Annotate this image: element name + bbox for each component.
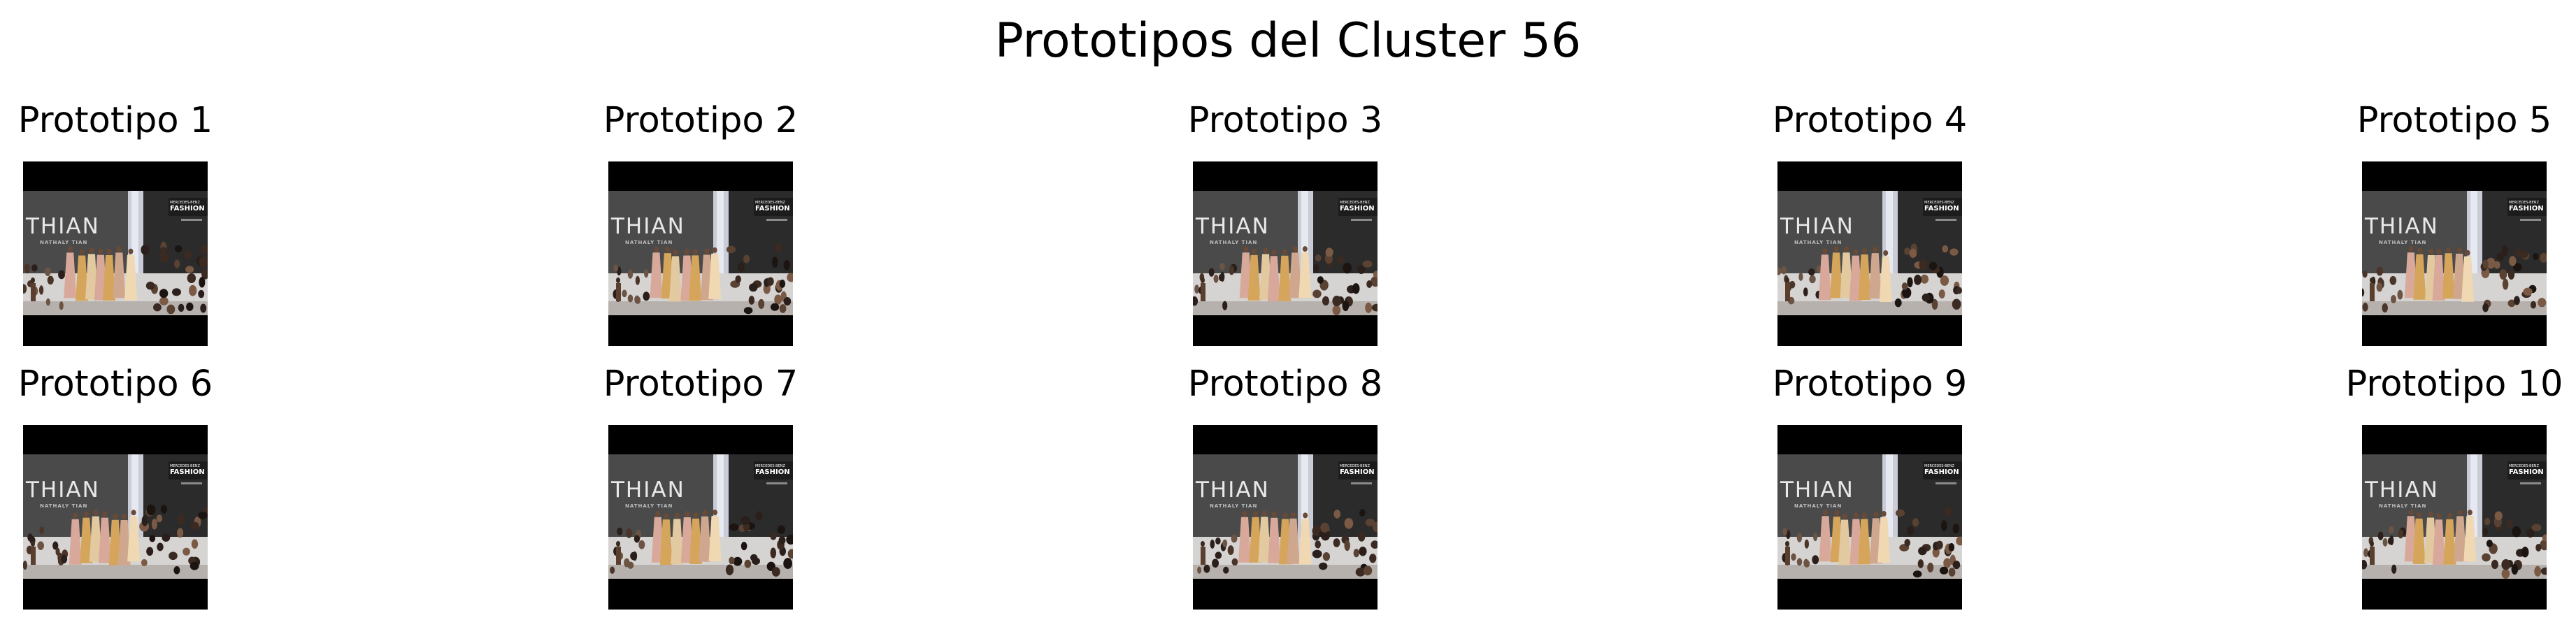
svg-text:NATHALY TIAN: NATHALY TIAN — [1794, 503, 1842, 509]
svg-text:THIAN: THIAN — [25, 477, 100, 503]
svg-text:THIAN: THIAN — [610, 214, 685, 239]
prototype-title: Prototipo 4 — [1772, 100, 1968, 141]
runway-photo: THIANNATHALY TIANMERCEDES-BENZFASHION — [2362, 425, 2547, 610]
svg-text:THIAN: THIAN — [1780, 477, 1854, 503]
prototype-image: THIAN NATHALY TIAN MERCEDES-BENZ FASHION — [608, 161, 793, 346]
prototype-cell: Prototipo 9 THIAN NATHALY TIAN MERCEDES-BE… — [1773, 363, 1967, 610]
prototype-cell: Prototipo 1 THIAN NATHALY TIAN MERCEDES-BE… — [18, 100, 213, 346]
prototype-image: THIAN NATHALY TIAN MERCEDES-BENZ FASHION — [1193, 161, 1378, 346]
svg-text:FASHION: FASHION — [2509, 468, 2544, 476]
runway-photo: THIANNATHALY TIANMERCEDES-BENZFASHION — [23, 161, 208, 346]
svg-text:THIAN: THIAN — [25, 214, 100, 239]
svg-text:THIAN: THIAN — [1195, 477, 1270, 503]
runway-photo: THIANNATHALY TIANMERCEDES-BENZFASHION — [608, 161, 793, 346]
prototype-cell: Prototipo 2 THIAN NATHALY TIAN MERCEDES-BE… — [603, 100, 798, 346]
prototype-title: Prototipo 10 — [2345, 363, 2563, 405]
svg-text:NATHALY TIAN: NATHALY TIAN — [2379, 240, 2426, 245]
prototype-title: Prototipo 8 — [1187, 363, 1383, 405]
prototype-image: THIAN NATHALY TIAN MERCEDES-BENZ FASHION — [1193, 425, 1378, 610]
svg-text:FASHION: FASHION — [1924, 468, 1959, 476]
svg-text:FASHION: FASHION — [755, 205, 790, 212]
svg-text:THIAN: THIAN — [2364, 477, 2439, 503]
svg-text:FASHION: FASHION — [170, 468, 205, 476]
runway-photo: THIANNATHALY TIANMERCEDES-BENZFASHION — [2362, 161, 2547, 346]
svg-text:THIAN: THIAN — [1780, 214, 1854, 239]
svg-text:FASHION: FASHION — [1924, 205, 1959, 212]
svg-text:FASHION: FASHION — [755, 468, 790, 476]
runway-photo: THIANNATHALY TIANMERCEDES-BENZFASHION — [1193, 425, 1378, 610]
prototype-title: Prototipo 6 — [17, 363, 213, 405]
svg-text:NATHALY TIAN: NATHALY TIAN — [1210, 240, 1257, 245]
svg-text:FASHION: FASHION — [1340, 205, 1375, 212]
prototype-cell: Prototipo 6 THIAN NATHALY TIAN MERCEDES-BE… — [18, 363, 213, 610]
prototype-title: Prototipo 9 — [1772, 363, 1968, 405]
svg-text:NATHALY TIAN: NATHALY TIAN — [1210, 503, 1257, 509]
runway-photo: THIANNATHALY TIANMERCEDES-BENZFASHION — [1193, 161, 1378, 346]
prototype-image: THIAN NATHALY TIAN MERCEDES-BENZ FASHION — [2362, 425, 2547, 610]
svg-text:FASHION: FASHION — [2509, 205, 2544, 212]
prototype-cell: Prototipo 8 THIAN NATHALY TIAN MERCEDES-BE… — [1188, 363, 1382, 610]
svg-text:NATHALY TIAN: NATHALY TIAN — [625, 240, 673, 245]
prototype-title: Prototipo 5 — [2356, 100, 2552, 141]
svg-text:FASHION: FASHION — [170, 205, 205, 212]
svg-text:NATHALY TIAN: NATHALY TIAN — [1794, 240, 1842, 245]
prototype-image: THIAN NATHALY TIAN MERCEDES-BENZ FASHION — [1777, 425, 1962, 610]
prototype-cell: Prototipo 7 THIAN NATHALY TIAN MERCEDES-BE… — [603, 363, 798, 610]
svg-text:NATHALY TIAN: NATHALY TIAN — [40, 240, 87, 245]
svg-text:FASHION: FASHION — [1340, 468, 1375, 476]
runway-photo: THIANNATHALY TIANMERCEDES-BENZFASHION — [1777, 425, 1962, 610]
svg-text:NATHALY TIAN: NATHALY TIAN — [2379, 503, 2426, 509]
runway-photo: THIANNATHALY TIANMERCEDES-BENZFASHION — [608, 425, 793, 610]
prototype-image: THIAN NATHALY TIAN MERCEDES-BENZ FASHION — [2362, 161, 2547, 346]
prototype-image: THIAN NATHALY TIAN MERCEDES-BENZ FASHION — [23, 425, 208, 610]
svg-text:THIAN: THIAN — [1195, 214, 1270, 239]
prototype-image: THIAN NATHALY TIAN MERCEDES-BENZ FASHION — [1777, 161, 1962, 346]
figure-title: Prototipos del Cluster 56 — [994, 13, 1582, 69]
runway-photo: THIANNATHALY TIANMERCEDES-BENZFASHION — [23, 425, 208, 610]
prototype-cell: Prototipo 4 THIAN NATHALY TIAN MERCEDES-BE… — [1773, 100, 1967, 346]
prototype-image: THIAN NATHALY TIAN MERCEDES-BENZ FASHION — [23, 161, 208, 346]
svg-text:NATHALY TIAN: NATHALY TIAN — [625, 503, 673, 509]
svg-text:THIAN: THIAN — [610, 477, 685, 503]
prototype-cell: Prototipo 10 THIAN NATHALY TIAN MERCEDES-B… — [2346, 363, 2563, 610]
prototype-title: Prototipo 3 — [1187, 100, 1383, 141]
svg-text:NATHALY TIAN: NATHALY TIAN — [40, 503, 87, 509]
prototype-cell: Prototipo 5 THIAN NATHALY TIAN MERCEDES-BE… — [2357, 100, 2552, 346]
prototype-title: Prototipo 1 — [17, 100, 213, 141]
prototype-title: Prototipo 2 — [603, 100, 799, 141]
svg-text:THIAN: THIAN — [2364, 214, 2439, 239]
runway-photo: THIANNATHALY TIANMERCEDES-BENZFASHION — [1777, 161, 1962, 346]
prototype-image: THIAN NATHALY TIAN MERCEDES-BENZ FASHION — [608, 425, 793, 610]
prototype-title: Prototipo 7 — [603, 363, 799, 405]
prototype-cell: Prototipo 3 THIAN NATHALY TIAN MERCEDES-BE… — [1188, 100, 1382, 346]
